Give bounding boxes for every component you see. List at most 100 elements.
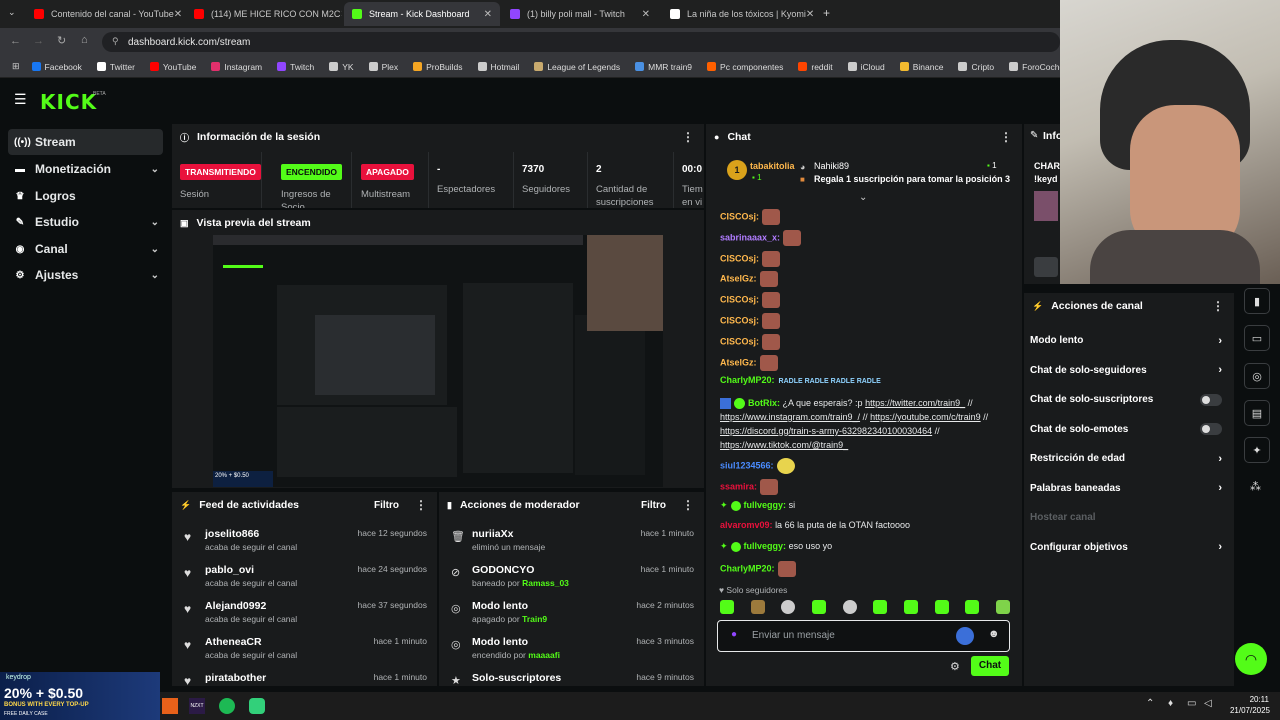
chat-username[interactable]: CISCOsj: (720, 253, 759, 263)
bookmark-item[interactable]: Twitch (277, 62, 314, 72)
stream-preview-video[interactable]: 20% + $0.50 (213, 235, 663, 487)
channel-action-palabras-baneadas[interactable]: Palabras baneadas › (1030, 474, 1222, 503)
channel-action-chat-de-solo-emotes[interactable]: Chat de solo-emotes (1030, 415, 1222, 444)
chat-username[interactable]: sabrinaaax_x: (720, 232, 780, 242)
feed-username[interactable]: joselito866 (205, 528, 259, 540)
edit-button[interactable] (1034, 257, 1058, 277)
feed-username[interactable]: AtheneaCR (205, 636, 262, 648)
emote-icon[interactable] (781, 600, 796, 614)
spotify-icon[interactable] (219, 698, 235, 714)
sidebar-item-monetizacion[interactable]: ▬ Monetización ⌄ (8, 156, 163, 182)
chat-link[interactable]: https://discord.gg/train-s-army-63298234… (720, 426, 932, 436)
mod-action-row[interactable]: ◎ Modo lento apagado por Train9 hace 2 minu… (439, 594, 704, 630)
rail-broadcast-icon[interactable]: ◎ (1244, 363, 1270, 389)
bookmark-item[interactable]: iCloud (847, 62, 885, 72)
mod-action-row[interactable]: 🗑 nuriiaXx eliminó un mensaje hace 1 minut… (439, 522, 704, 558)
collapse-chevron-icon[interactable]: ⌄ (859, 192, 867, 203)
chat-username[interactable]: CISCOsj: (720, 295, 759, 305)
rail-chat-icon[interactable]: ▭ (1244, 325, 1270, 351)
keydrop-ad-banner[interactable]: keydrop 20% + $0.50 BONUS WITH EVERY TOP… (0, 672, 160, 720)
bookmark-item[interactable]: Twitter (96, 62, 135, 72)
browser-tab-tiktok[interactable]: La niña de los tóxicos | Kyomi ✕ (662, 2, 818, 26)
more-options-icon[interactable]: ⋮ (1212, 299, 1224, 313)
chat-username[interactable]: CISCOsj: (720, 211, 759, 221)
bookmark-item[interactable]: Hotmail (477, 62, 519, 72)
mod-action-target[interactable]: Modo lento (472, 600, 528, 612)
sidebar-item-stream[interactable]: ((•)) Stream (8, 129, 163, 155)
toggle-switch[interactable] (1200, 423, 1222, 435)
new-tab-plus-icon[interactable]: + (823, 6, 830, 20)
reload-icon[interactable]: ↻ (57, 34, 66, 47)
app-launcher-icon[interactable] (162, 698, 178, 714)
rail-tools-icon[interactable]: ✦ (1244, 437, 1270, 463)
bookmark-item[interactable]: League of Legends (534, 62, 620, 72)
chat-settings-gear-icon[interactable]: ⚙ (950, 660, 960, 673)
sidebar-item-estudio[interactable]: ✎ Estudio ⌄ (8, 209, 163, 235)
microphone-icon[interactable]: ● (731, 629, 737, 640)
microphone-icon[interactable]: ♦ (1168, 698, 1173, 709)
feed-row[interactable]: ♥ piratabother hace 1 minuto (172, 666, 437, 686)
bookmark-item[interactable]: YouTube (149, 62, 196, 72)
leaderboard-user[interactable]: tabakitolia (750, 161, 795, 171)
forward-arrow-icon[interactable]: → (33, 35, 44, 47)
chat-input-box[interactable]: ● Enviar un mensaje ☻ (717, 620, 1010, 652)
bookmark-item[interactable]: reddit (798, 62, 833, 72)
close-icon[interactable]: ✕ (642, 9, 650, 20)
browser-tab-youtube-video[interactable]: (114) ME HICE RICO CON M2C✕ (186, 2, 342, 26)
bookmark-item[interactable]: Pc componentes (707, 62, 783, 72)
support-headset-icon[interactable]: ◠ (1235, 643, 1267, 675)
filter-button[interactable]: Filtro (641, 500, 666, 511)
back-arrow-icon[interactable]: ← (10, 35, 21, 47)
emote-icon[interactable] (720, 600, 734, 614)
chat-username[interactable]: alvaromv09: (720, 520, 773, 530)
chat-username[interactable]: AtselGz: (720, 357, 757, 367)
tab-list-chevron-icon[interactable]: ⌄ (8, 7, 16, 18)
bookmark-item[interactable]: Facebook (31, 62, 82, 72)
emote-icon[interactable] (873, 600, 888, 614)
browser-tab-kick[interactable]: Stream - Kick Dashboard ✕ (344, 2, 500, 26)
chat-username[interactable]: fullveggy: (744, 541, 787, 551)
close-icon[interactable]: ✕ (174, 9, 182, 20)
chat-app-icon[interactable] (249, 698, 265, 714)
channel-action-configurar-objetivos[interactable]: Configurar objetivos › (1030, 533, 1222, 562)
url-bar[interactable]: ⚲ dashboard.kick.com/stream (102, 32, 1060, 52)
chat-username[interactable]: siul1234566: (720, 460, 774, 470)
gift-cta-text[interactable]: Regala 1 suscripción para tomar la posic… (814, 174, 1010, 184)
clock-time[interactable]: 20:11 (1229, 695, 1269, 704)
chat-link[interactable]: https://twitter.com/train9_ (865, 398, 965, 408)
network-icon[interactable]: ▭ (1187, 698, 1196, 709)
chat-link[interactable]: https://youtube.com/c/train9 (870, 412, 981, 422)
chat-username[interactable]: CISCOsj: (720, 336, 759, 346)
category-thumbnail[interactable] (1034, 191, 1058, 221)
moderator-name[interactable]: Train9 (522, 614, 547, 624)
rail-session-icon[interactable]: ▮ (1244, 288, 1270, 314)
more-options-icon[interactable]: ⋮ (1000, 130, 1012, 144)
chat-link[interactable]: https://www.tiktok.com/@train9_ (720, 440, 848, 450)
close-icon[interactable]: ✕ (340, 9, 342, 20)
feed-row[interactable]: ♥ Alejand0992 acaba de seguir el canal hace… (172, 594, 437, 630)
feed-username[interactable]: piratabother (205, 672, 266, 684)
bookmark-item[interactable]: Cripto (958, 62, 994, 72)
mod-action-target[interactable]: GODONCYO (472, 564, 534, 576)
filter-button[interactable]: Filtro (374, 500, 399, 511)
bookmark-item[interactable]: Plex (368, 62, 398, 72)
emote-icon[interactable] (750, 600, 765, 614)
bot-avatar-icon[interactable] (956, 627, 974, 645)
mod-action-target[interactable]: nuriiaXx (472, 528, 513, 540)
channel-action-modo-lento[interactable]: Modo lento › (1030, 326, 1222, 355)
send-chat-button[interactable]: Chat (971, 656, 1009, 676)
bookmark-item[interactable]: Binance (899, 62, 943, 72)
mod-action-row[interactable]: ⊘ GODONCYO baneado por Ramass_03 hace 1 min… (439, 558, 704, 594)
chat-username[interactable]: CISCOsj: (720, 315, 759, 325)
bookmark-item[interactable]: YK (329, 62, 354, 72)
bookmark-item[interactable]: Instagram (211, 62, 262, 72)
mod-action-target[interactable]: Solo-suscriptores (472, 672, 561, 684)
chat-username[interactable]: fullveggy: (744, 500, 787, 510)
rail-share-icon[interactable]: ⁂ (1250, 480, 1261, 493)
site-settings-icon[interactable]: ⚲ (112, 36, 119, 47)
bookmark-item[interactable]: MMR train9 (635, 62, 692, 72)
channel-action-restricci-n-de-edad[interactable]: Restricción de edad › (1030, 444, 1222, 473)
kick-logo[interactable]: KICK (40, 90, 97, 114)
tray-chevron-up-icon[interactable]: ⌃ (1146, 698, 1154, 709)
channel-action-chat-de-solo-suscriptores[interactable]: Chat de solo-suscriptores (1030, 385, 1222, 414)
